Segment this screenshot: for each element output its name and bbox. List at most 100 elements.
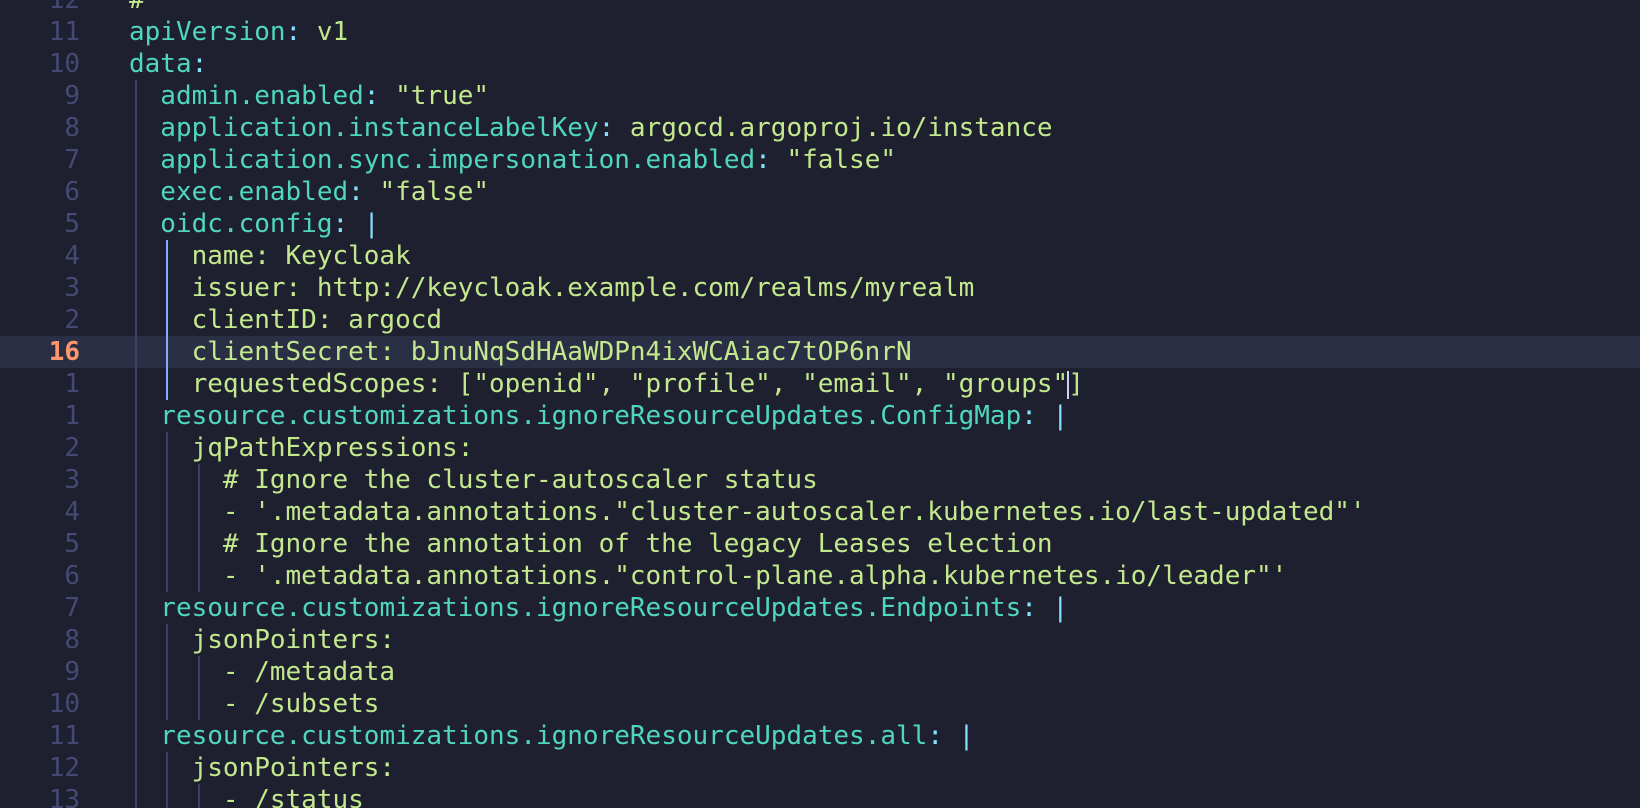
code-token: jqPathExpressions:	[191, 433, 474, 463]
code-line[interactable]: 16 clientSecret: bJnuNqSdHAaWDPn4ixWCAiac…	[0, 336, 1640, 368]
code-text: # Ignore the annotation of the legacy Le…	[223, 528, 1053, 560]
indent-guide	[197, 688, 200, 720]
code-token: :	[1021, 593, 1053, 623]
code-line[interactable]: 3 issuer: http://keycloak.example.com/rea…	[0, 272, 1640, 304]
indent-guide	[135, 80, 137, 112]
indent-guide	[166, 528, 169, 560]
code-line[interactable]: 3 # Ignore the cluster-autoscaler status	[0, 464, 1640, 496]
code-line[interactable]: 9 admin.enabled: "true"	[0, 80, 1640, 112]
code-line[interactable]: 6 - '.metadata.annotations."control-plane…	[0, 560, 1640, 592]
code-token: # Ignore the cluster-autoscaler status	[222, 465, 818, 495]
code-token: :	[1021, 401, 1053, 431]
code-line[interactable]: 5 oidc.config: |	[0, 208, 1640, 240]
code-line[interactable]: 11 apiVersion: v1	[0, 16, 1640, 48]
line-number: 1	[64, 369, 80, 399]
code-token: argocd.argoproj.io/instance	[629, 113, 1053, 143]
indent-guide	[135, 368, 137, 400]
code-line[interactable]: 13 - /status	[0, 784, 1640, 808]
indent-guide	[166, 464, 169, 496]
code-text: resource.customizations.ignoreResourceUp…	[160, 592, 1068, 624]
code-text: - '.metadata.annotations."cluster-autosc…	[223, 496, 1366, 528]
indent-guide	[135, 752, 137, 784]
code-line[interactable]: 1 requestedScopes: ["openid", "profile", …	[0, 368, 1640, 400]
code-token: v1	[316, 17, 349, 47]
code-text: jqPathExpressions:	[192, 432, 474, 464]
code-text: admin.enabled: "true"	[160, 80, 489, 112]
line-number: 4	[64, 241, 80, 271]
code-text: resource.customizations.ignoreResourceUp…	[160, 720, 974, 752]
code-text: application.sync.impersonation.enabled: …	[160, 144, 896, 176]
code-line[interactable]: 7 application.sync.impersonation.enabled:…	[0, 144, 1640, 176]
indent-guide	[135, 304, 137, 336]
code-line[interactable]: 4 name: Keycloak	[0, 240, 1640, 272]
code-line[interactable]: 8 jsonPointers:	[0, 624, 1640, 656]
code-token: :	[927, 721, 959, 751]
code-token: clientSecret: bJnuNqSdHAaWDPn4ixWCAiac7t…	[191, 337, 912, 367]
line-number: 11	[48, 721, 80, 751]
code-line[interactable]: 12 #	[0, 0, 1640, 16]
indent-guide	[135, 144, 137, 176]
code-line[interactable]: 2 jqPathExpressions:	[0, 432, 1640, 464]
line-number: 10	[48, 49, 80, 79]
code-line[interactable]: 10 - /subsets	[0, 688, 1640, 720]
code-line[interactable]: 11 resource.customizations.ignoreResource…	[0, 720, 1640, 752]
code-text: oidc.config: |	[160, 208, 379, 240]
line-number: 16	[48, 337, 80, 367]
code-token: jsonPointers:	[191, 753, 396, 783]
code-token: "true"	[395, 81, 490, 111]
indent-guide	[135, 688, 137, 720]
code-token: - '.metadata.annotations."cluster-autosc…	[222, 497, 1366, 527]
code-line[interactable]: 5 # Ignore the annotation of the legacy L…	[0, 528, 1640, 560]
indent-guide	[135, 240, 137, 272]
indent-guide	[135, 272, 137, 304]
indent-guide	[166, 496, 169, 528]
code-token: :	[755, 145, 787, 175]
indent-guide	[197, 656, 200, 688]
code-line[interactable]: 4 - '.metadata.annotations."cluster-autos…	[0, 496, 1640, 528]
code-line[interactable]: 10 data:	[0, 48, 1640, 80]
code-token: oidc.config	[160, 209, 333, 239]
code-token: :	[285, 17, 317, 47]
indent-guide	[166, 272, 169, 304]
line-number: 5	[64, 209, 80, 239]
code-token: - /subsets	[222, 689, 380, 719]
code-editor[interactable]: 12 #11 apiVersion: v1 10 data: 9 admin.enabled…	[0, 0, 1640, 808]
indent-guide	[135, 720, 137, 752]
indent-guide	[197, 784, 200, 808]
indent-guide	[166, 656, 169, 688]
code-line[interactable]: 8 application.instanceLabelKey: argocd.ar…	[0, 112, 1640, 144]
code-line[interactable]: 12 jsonPointers:	[0, 752, 1640, 784]
indent-guide	[135, 464, 137, 496]
code-line[interactable]: 9 - /metadata	[0, 656, 1640, 688]
code-text: issuer: http://keycloak.example.com/real…	[192, 272, 975, 304]
indent-guide	[197, 560, 200, 592]
code-line[interactable]: 2 clientID: argocd	[0, 304, 1640, 336]
indent-guide	[135, 656, 137, 688]
indent-guide	[135, 176, 137, 208]
code-token: issuer: http://keycloak.example.com/real…	[191, 273, 975, 303]
line-number: 12	[48, 753, 80, 783]
line-number: 3	[64, 273, 80, 303]
line-number: 3	[64, 465, 80, 495]
indent-guide	[135, 592, 137, 624]
code-token: application.sync.impersonation.enabled	[160, 145, 756, 175]
line-number: 2	[64, 305, 80, 335]
code-line[interactable]: 6 exec.enabled: "false"	[0, 176, 1640, 208]
line-number: 8	[64, 113, 80, 143]
indent-guide	[135, 400, 137, 432]
code-line[interactable]: 7 resource.customizations.ignoreResourceU…	[0, 592, 1640, 624]
code-text: - /metadata	[223, 656, 395, 688]
line-number: 11	[48, 17, 80, 47]
code-text: clientID: argocd	[192, 304, 442, 336]
code-token: :	[191, 49, 208, 79]
indent-guide	[135, 432, 137, 464]
code-line[interactable]: 1 resource.customizations.ignoreResourceU…	[0, 400, 1640, 432]
code-token: resource.customizations.ignoreResourceUp…	[160, 593, 1022, 623]
indent-guide	[135, 560, 137, 592]
indent-guide	[166, 624, 169, 656]
code-token: requestedScopes: ["openid", "profile", "…	[191, 369, 1069, 399]
code-token: name: Keycloak	[191, 241, 411, 271]
code-text: application.instanceLabelKey: argocd.arg…	[160, 112, 1052, 144]
line-number: 9	[64, 657, 80, 687]
code-text: data:	[129, 48, 207, 80]
